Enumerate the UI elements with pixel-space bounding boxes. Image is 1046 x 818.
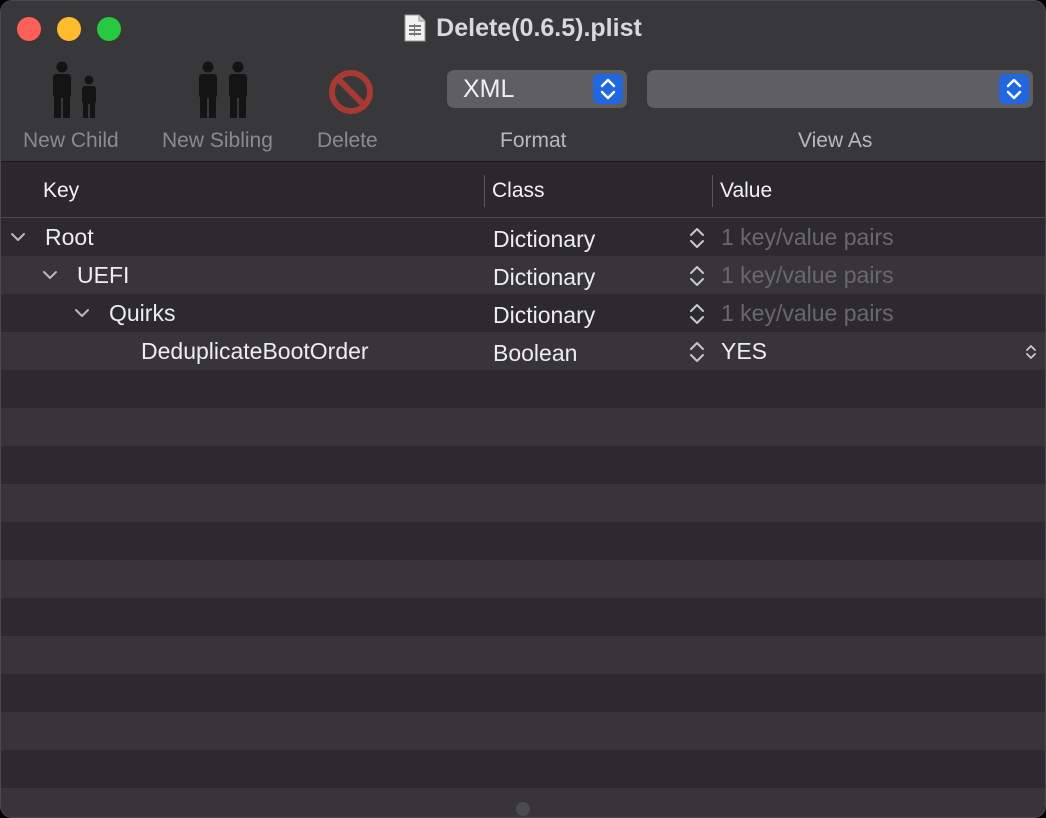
column-divider[interactable] (712, 175, 713, 207)
format-select-value: XML (463, 75, 515, 103)
view-as-select[interactable] (647, 70, 1033, 108)
empty-row (1, 484, 1045, 522)
new-sibling-label: New Sibling (162, 129, 273, 152)
row-class[interactable]: Dictionary (493, 224, 595, 254)
new-child-icon (53, 61, 96, 118)
resize-handle[interactable] (516, 802, 530, 816)
empty-row (1, 674, 1045, 712)
row-key[interactable]: UEFI (77, 260, 129, 290)
window-title: Delete(0.6.5).plist (404, 11, 642, 45)
toolbar: Delete(0.6.5).plist New Child New Siblin… (1, 1, 1045, 162)
updown-chevron-icon (1006, 78, 1022, 100)
empty-row (1, 446, 1045, 484)
table-header: Key Class Value (1, 163, 1045, 218)
row-class[interactable]: Dictionary (493, 262, 595, 292)
new-sibling-icon (199, 61, 247, 118)
updown-chevron-icon[interactable] (687, 226, 707, 250)
updown-chevron-icon[interactable] (687, 340, 707, 364)
window-title-text: Delete(0.6.5).plist (436, 14, 642, 42)
row-key[interactable]: Root (45, 222, 94, 252)
chevron-down-icon[interactable] (73, 304, 91, 322)
empty-row (1, 560, 1045, 598)
row-value: 1 key/value pairs (721, 300, 894, 326)
empty-row (1, 370, 1045, 408)
table-row[interactable]: Root Dictionary 1 key/value pairs (1, 218, 1045, 256)
view-as-stepper[interactable] (999, 74, 1029, 104)
chevron-down-icon[interactable] (41, 266, 59, 284)
format-stepper[interactable] (593, 74, 623, 104)
row-key[interactable]: Quirks (109, 298, 175, 328)
empty-row (1, 712, 1045, 750)
delete-label: Delete (317, 129, 378, 152)
row-value[interactable]: YES (721, 336, 767, 366)
format-label: Format (500, 129, 567, 152)
format-select[interactable]: XML (447, 70, 627, 108)
updown-chevron-icon[interactable] (687, 264, 707, 288)
column-header-value[interactable]: Value (720, 179, 772, 203)
chevron-down-icon[interactable] (9, 228, 27, 246)
empty-row (1, 408, 1045, 446)
empty-row (1, 598, 1045, 636)
table-row[interactable]: DeduplicateBootOrder Boolean YES (1, 332, 1045, 370)
updown-chevron-icon (600, 78, 616, 100)
document-icon (404, 14, 426, 42)
updown-chevron-icon[interactable] (687, 302, 707, 326)
row-class[interactable]: Dictionary (493, 300, 595, 330)
table-row[interactable]: Quirks Dictionary 1 key/value pairs (1, 294, 1045, 332)
prohibited-icon (329, 70, 373, 114)
updown-chevron-icon[interactable] (1023, 342, 1039, 362)
view-as-label: View As (798, 129, 873, 152)
empty-row (1, 636, 1045, 674)
table-row[interactable]: UEFI Dictionary 1 key/value pairs (1, 256, 1045, 294)
plist-editor-window: Delete(0.6.5).plist New Child New Siblin… (0, 0, 1046, 818)
column-header-key[interactable]: Key (43, 179, 79, 203)
row-class[interactable]: Boolean (493, 338, 577, 368)
empty-row (1, 522, 1045, 560)
column-divider[interactable] (484, 175, 485, 207)
plist-outline: Root Dictionary 1 key/value pairs UEFI D… (1, 218, 1045, 817)
row-value: 1 key/value pairs (721, 224, 894, 250)
title-bar: Delete(0.6.5).plist (1, 11, 1045, 47)
row-value: 1 key/value pairs (721, 262, 894, 288)
row-key[interactable]: DeduplicateBootOrder (141, 336, 369, 366)
empty-row (1, 750, 1045, 788)
new-child-label: New Child (23, 129, 119, 152)
column-header-class[interactable]: Class (492, 179, 545, 203)
